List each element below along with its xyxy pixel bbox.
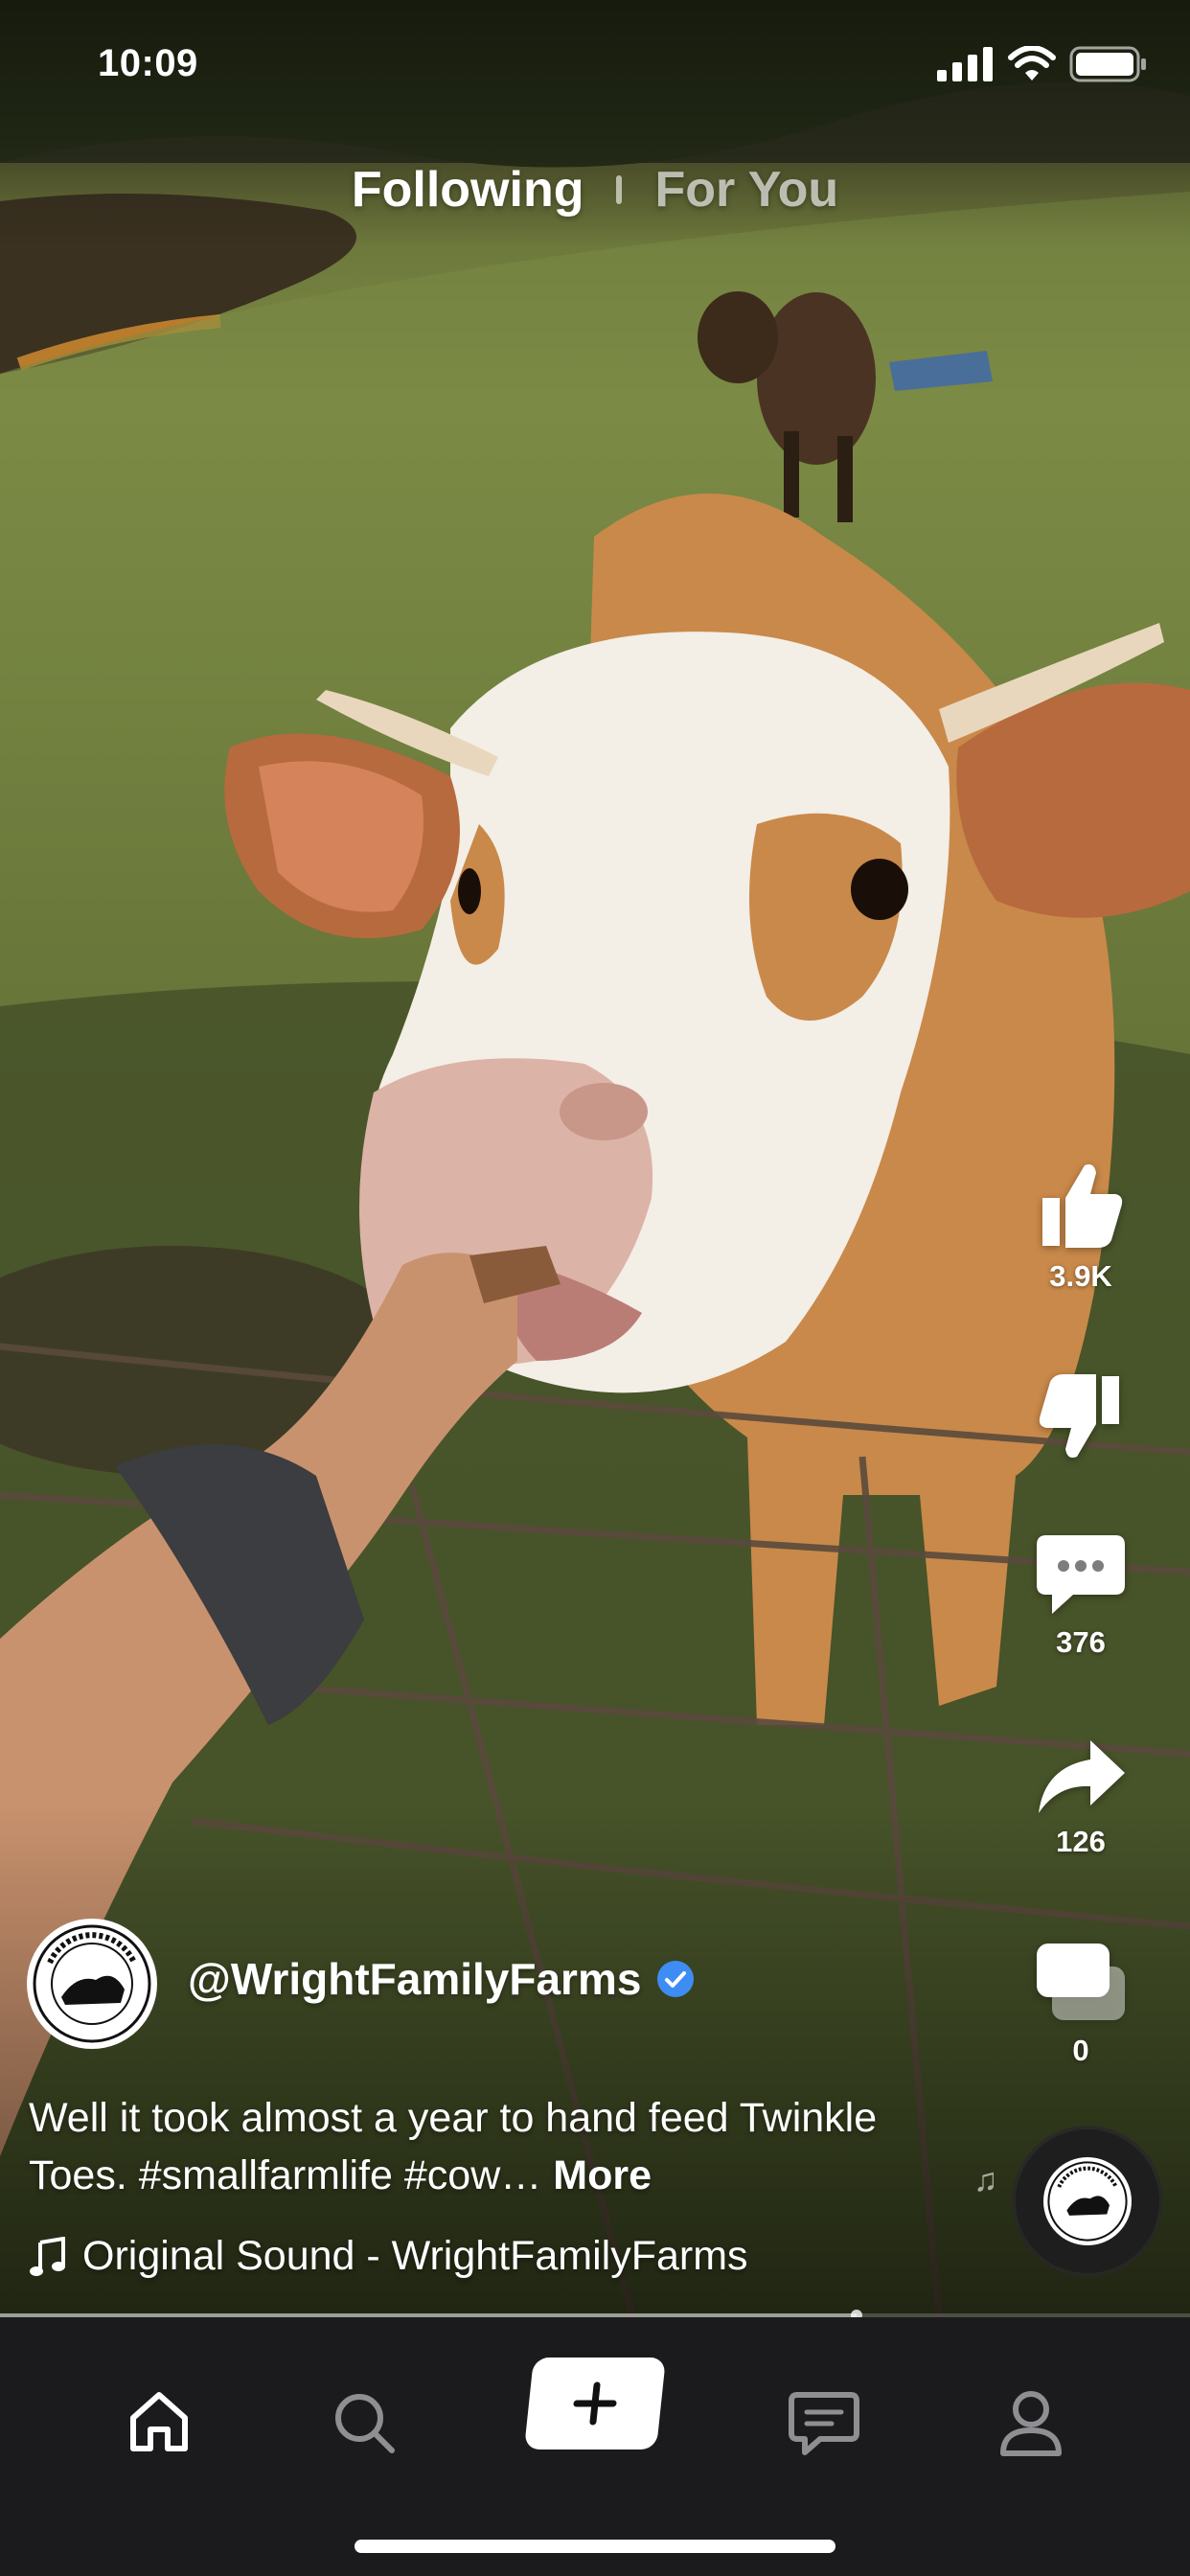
inbox-icon[interactable] [788,2389,860,2456]
sound-row[interactable]: Original Sound - WrightFamilyFarms [29,2233,748,2280]
share-count: 126 [1056,1825,1106,1858]
thumbs-down-icon[interactable] [1035,1370,1127,1462]
caption-more-button[interactable]: More [553,2152,652,2198]
search-icon[interactable] [331,2389,398,2456]
bottom-navigation [0,2317,1190,2576]
profile-icon[interactable] [997,2388,1064,2457]
cellular-signal-icon [937,47,993,81]
nav-home[interactable] [102,2365,217,2480]
create-icon [573,2381,617,2426]
tab-following[interactable]: Following [352,161,584,218]
farm-logo-avatar [29,1920,155,2047]
music-note-icon [30,2236,65,2276]
comment-count: 376 [1056,1625,1106,1659]
nav-inbox[interactable] [767,2365,881,2480]
wifi-icon [1008,46,1056,80]
comment-action[interactable]: 376 [1023,1531,1138,1660]
status-time: 10:09 [98,42,198,84]
sound-disc-avatar [1043,2157,1132,2245]
like-count: 3.9K [1049,1259,1112,1293]
remix-icon[interactable] [1033,1940,1129,2026]
share-icon[interactable] [1035,1736,1127,1817]
sound-disc-button[interactable] [1016,2129,1159,2273]
nav-search[interactable] [307,2365,422,2480]
floating-music-note-icon: ♫ [973,2162,998,2198]
share-action[interactable]: 126 [1023,1736,1138,1859]
sound-label: Original Sound - WrightFamilyFarms [82,2233,748,2279]
nav-profile[interactable] [973,2365,1088,2480]
create-button[interactable] [523,2358,667,2450]
remix-action[interactable]: 0 [1023,1940,1138,2068]
author-handle[interactable]: @WrightFamilyFarms [188,1953,641,2005]
home-icon[interactable] [126,2389,193,2456]
caption-text: Well it took almost a year to hand feed … [29,2095,878,2198]
remix-count: 0 [1072,2034,1089,2067]
tab-divider [616,175,623,204]
feed-tabs: Following For You [0,161,1190,218]
author-avatar[interactable] [27,1919,157,2049]
dislike-action[interactable] [1023,1370,1138,1462]
like-action[interactable]: 3.9K [1023,1160,1138,1294]
battery-icon [1069,46,1146,82]
tab-for-you[interactable]: For You [654,161,838,218]
farm-logo-disc [1044,2158,1131,2244]
home-indicator [355,2540,835,2553]
author-row: @WrightFamilyFarms [188,1953,695,2005]
comment-icon[interactable] [1035,1531,1127,1618]
verified-badge-icon [657,1961,695,1997]
thumbs-up-icon[interactable] [1035,1160,1127,1252]
status-icons [937,46,1148,82]
video-caption: Well it took almost a year to hand feed … [29,2089,910,2204]
